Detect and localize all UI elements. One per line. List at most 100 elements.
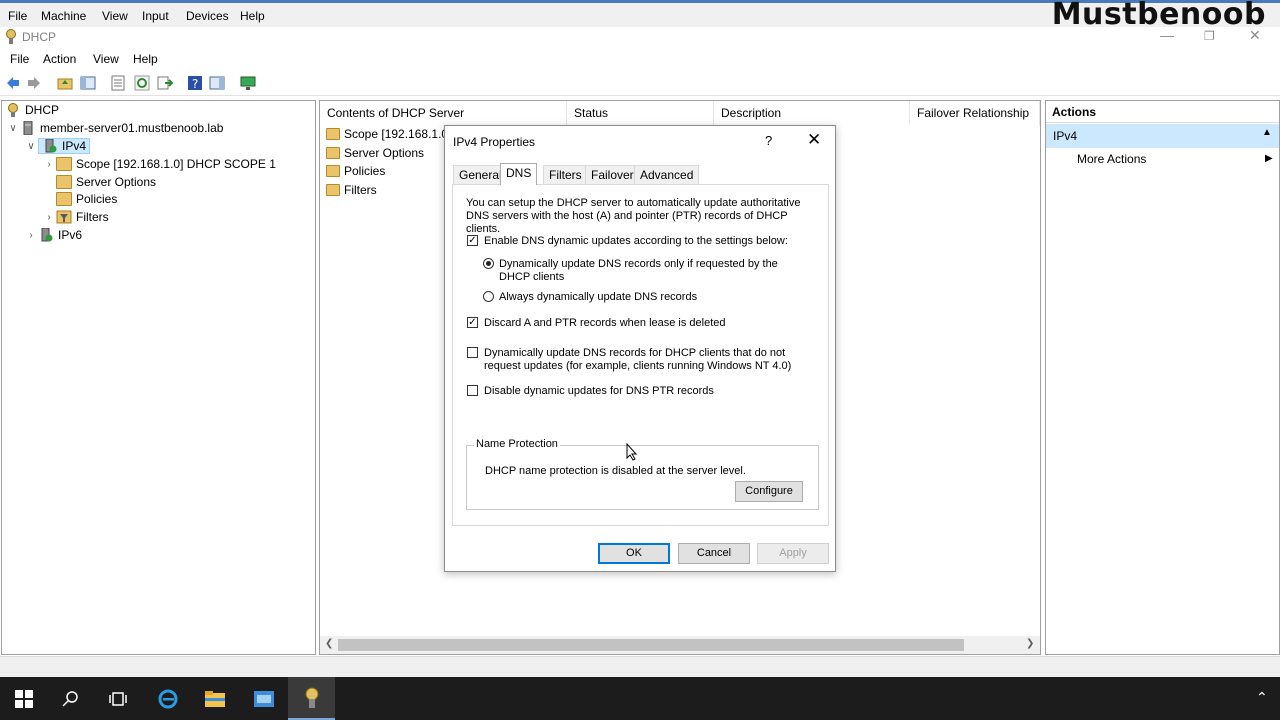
taskbar: ⌃ xyxy=(0,677,1280,720)
radio-always-update[interactable] xyxy=(483,291,494,302)
tree-label-server-options: Server Options xyxy=(76,175,157,189)
scrollbar-thumb[interactable] xyxy=(338,639,964,651)
tree-item-server-options[interactable]: Server Options xyxy=(56,173,156,191)
console-tree: DHCP ∨ member-server01.mustbenoob.lab ∨ … xyxy=(1,100,316,655)
name-protection-status: DHCP name protection is disabled at the … xyxy=(485,465,746,477)
list-item-label: Scope [192.168.1.0] xyxy=(344,127,452,141)
scroll-right-icon[interactable]: ❯ xyxy=(1026,638,1034,649)
back-arrow-icon[interactable] xyxy=(5,75,21,91)
export-list-icon[interactable] xyxy=(157,75,173,91)
more-actions-item[interactable]: More Actions xyxy=(1077,152,1146,166)
menu-file[interactable]: File xyxy=(10,52,29,66)
list-item-policies[interactable]: Policies xyxy=(326,162,385,180)
discard-records-label: Discard A and PTR records when lease is … xyxy=(484,317,726,329)
submenu-arrow-icon: ▶ xyxy=(1265,153,1273,164)
collapse-chevron-icon[interactable]: ∨ xyxy=(6,123,20,134)
window-title: DHCP xyxy=(22,30,57,44)
tab-failover[interactable]: Failover xyxy=(585,165,640,184)
filter-icon xyxy=(326,184,340,196)
enable-dns-label: Enable DNS dynamic updates according to … xyxy=(484,235,788,247)
taskbar-file-explorer[interactable] xyxy=(191,677,238,720)
dns-tab-panel: You can setup the DHCP server to automat… xyxy=(452,184,829,526)
vm-menu-machine[interactable]: Machine xyxy=(41,9,86,23)
show-hide-tree-icon[interactable] xyxy=(80,75,96,91)
tab-filters[interactable]: Filters xyxy=(543,165,588,184)
refresh-icon[interactable] xyxy=(134,75,150,91)
disable-ptr-checkbox[interactable] xyxy=(467,385,478,396)
vm-menu-input[interactable]: Input xyxy=(142,9,169,23)
actions-header: Actions xyxy=(1046,101,1279,123)
tree-label-policies: Policies xyxy=(76,192,118,206)
menu-view[interactable]: View xyxy=(93,52,119,66)
vm-menu-view[interactable]: View xyxy=(102,9,128,23)
collapse-triangle-icon[interactable]: ▲ xyxy=(1262,127,1272,138)
tree-item-policies[interactable]: Policies xyxy=(56,190,117,208)
minimize-icon[interactable]: — xyxy=(1160,27,1174,43)
tree-item-server[interactable]: ∨ member-server01.mustbenoob.lab xyxy=(6,119,223,137)
menu-action[interactable]: Action xyxy=(43,52,76,66)
vm-menu-devices[interactable]: Devices xyxy=(186,9,229,23)
properties-sheet-icon[interactable] xyxy=(110,75,126,91)
tree-label-scope: Scope [192.168.1.0] DHCP SCOPE 1 xyxy=(76,157,276,171)
actions-section-label: IPv4 xyxy=(1053,129,1078,143)
column-header-failover[interactable]: Failover Relationship xyxy=(910,101,1040,125)
column-header-description[interactable]: Description xyxy=(714,101,910,125)
expand-chevron-icon[interactable]: › xyxy=(42,159,56,170)
discard-records-checkbox[interactable]: ✓ xyxy=(467,317,478,328)
expand-chevron-icon[interactable]: › xyxy=(24,230,38,241)
folder-icon xyxy=(56,175,72,189)
folder-icon xyxy=(56,157,72,171)
help-question-icon[interactable]: ? xyxy=(765,133,772,148)
name-protection-legend: Name Protection xyxy=(474,438,560,450)
vm-menubar: File Machine View Input Devices Help Mus… xyxy=(0,0,1280,32)
show-action-pane-icon[interactable] xyxy=(209,75,225,91)
tree-item-ipv6[interactable]: › IPv6 xyxy=(24,226,82,244)
scroll-left-icon[interactable]: ❮ xyxy=(325,638,333,649)
cancel-button[interactable]: Cancel xyxy=(678,543,750,564)
menu-help[interactable]: Help xyxy=(133,52,158,66)
radio-update-if-requested-label: Dynamically update DNS records only if r… xyxy=(499,258,778,283)
column-header-contents[interactable]: Contents of DHCP Server xyxy=(320,101,567,125)
apply-button[interactable]: Apply xyxy=(757,543,829,564)
vm-menu-file[interactable]: File xyxy=(8,9,27,23)
list-item-label: Server Options xyxy=(344,146,425,160)
toolbar: ? xyxy=(0,70,1280,96)
collapse-chevron-icon[interactable]: ∨ xyxy=(24,141,38,152)
update-nonrequesting-checkbox[interactable] xyxy=(467,347,478,358)
taskbar-dhcp[interactable] xyxy=(288,677,335,720)
task-view-button[interactable] xyxy=(94,677,141,720)
taskbar-internet-explorer[interactable] xyxy=(144,677,191,720)
horizontal-scrollbar[interactable]: ❮ ❯ xyxy=(320,636,1040,654)
tree-item-scope[interactable]: › Scope [192.168.1.0] DHCP SCOPE 1 xyxy=(42,155,276,173)
tab-dns[interactable]: DNS xyxy=(500,163,538,185)
list-item-scope[interactable]: Scope [192.168.1.0] xyxy=(326,125,451,143)
configure-button[interactable]: Configure xyxy=(735,481,803,502)
monitor-icon[interactable] xyxy=(240,75,256,91)
column-header-status[interactable]: Status xyxy=(567,101,714,125)
up-folder-icon[interactable] xyxy=(57,75,73,91)
close-window-icon[interactable]: ✕ xyxy=(1249,27,1261,44)
tree-item-filters[interactable]: › Filters xyxy=(42,208,108,226)
server-manager-icon xyxy=(253,690,274,707)
start-button[interactable] xyxy=(0,677,47,720)
search-button[interactable] xyxy=(47,677,94,720)
help-icon[interactable]: ? xyxy=(187,75,203,91)
ipv4-check-icon xyxy=(45,139,57,153)
ok-button[interactable]: OK xyxy=(598,543,670,564)
tab-advanced[interactable]: Advanced xyxy=(634,165,700,184)
tree-item-dhcp[interactable]: DHCP xyxy=(5,101,59,119)
forward-arrow-icon[interactable] xyxy=(26,75,42,91)
list-item-filters[interactable]: Filters xyxy=(326,181,377,199)
actions-section-ipv4[interactable]: IPv4 ▲ xyxy=(1046,124,1279,148)
vm-menu-help[interactable]: Help xyxy=(240,9,265,23)
enable-dns-checkbox[interactable]: ✓ xyxy=(467,235,478,246)
radio-update-if-requested[interactable] xyxy=(483,258,494,269)
list-item-server-options[interactable]: Server Options xyxy=(326,144,424,162)
taskbar-server-manager[interactable] xyxy=(240,677,287,720)
restore-icon[interactable]: ❐ xyxy=(1204,29,1215,43)
expand-chevron-icon[interactable]: › xyxy=(42,212,56,223)
dialog-close-icon[interactable]: ✕ xyxy=(807,130,821,150)
dns-intro-text: You can setup the DHCP server to automat… xyxy=(466,197,801,235)
show-hidden-icons-chevron-icon[interactable]: ⌃ xyxy=(1256,689,1268,706)
tree-item-ipv4[interactable]: ∨ IPv4 xyxy=(24,137,91,155)
